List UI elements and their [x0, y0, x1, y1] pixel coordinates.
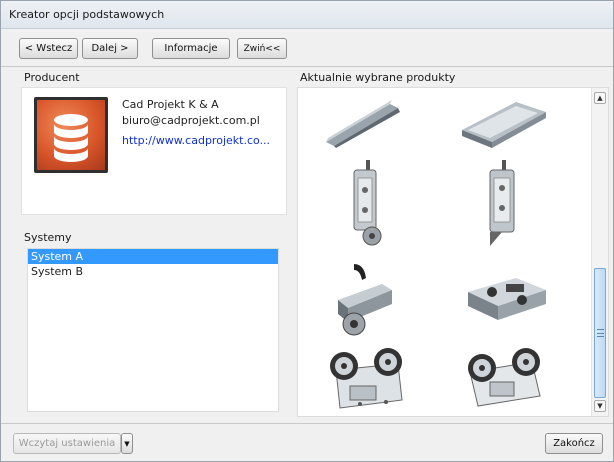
system-list-item-b[interactable]: System B — [28, 264, 278, 279]
producer-heading: Producent — [24, 71, 80, 84]
load-settings-button[interactable]: Wczytaj ustawienia — [13, 433, 121, 454]
info-button[interactable]: Informacje — [152, 38, 230, 59]
products-heading: Aktualnie wybrane produkty — [300, 71, 456, 84]
producer-name: Cad Projekt K & A — [122, 98, 219, 111]
rail-profile-icon[interactable] — [320, 98, 410, 151]
wizard-window: Kreator opcji podstawowych < Wstecz Dale… — [0, 0, 614, 462]
window-title: Kreator opcji podstawowych — [9, 8, 165, 21]
scroll-thumb[interactable] — [594, 268, 606, 398]
back-button[interactable]: < Wstecz — [19, 38, 78, 59]
footer-bar: Wczytaj ustawienia ▼ Zakończ — [1, 423, 613, 461]
database-icon — [34, 97, 108, 173]
collapse-button[interactable]: Zwiń<< — [237, 38, 287, 59]
grip-icon — [597, 329, 604, 337]
producer-panel: Cad Projekt K & A biuro@cadprojekt.com.p… — [21, 87, 287, 215]
products-panel: ▲ ▼ — [297, 87, 609, 417]
next-button[interactable]: Dalej > — [82, 38, 138, 59]
roller-carriage-icon[interactable] — [462, 270, 552, 333]
twin-wheel-trolley-icon[interactable] — [316, 346, 412, 419]
finish-button[interactable]: Zakończ — [545, 433, 603, 454]
systems-heading: Systemy — [24, 231, 72, 244]
rail-profile-wide-icon[interactable] — [458, 96, 550, 153]
roller-bracket-icon[interactable] — [328, 260, 404, 345]
door-hanger-icon[interactable] — [338, 158, 394, 253]
products-scrollbar[interactable]: ▲ ▼ — [591, 88, 608, 416]
systems-list: System A System B — [27, 248, 279, 412]
toolbar: < Wstecz Dalej > Informacje Zwiń<< — [1, 29, 613, 67]
producer-email: biuro@cadprojekt.com.pl — [122, 114, 260, 127]
scroll-down-icon[interactable]: ▼ — [594, 400, 606, 412]
title-bar: Kreator opcji podstawowych — [1, 1, 613, 29]
scroll-up-icon[interactable]: ▲ — [594, 92, 606, 104]
producer-url-link[interactable]: http://www.cadprojekt.co... — [122, 134, 270, 147]
load-settings-dropdown-icon[interactable]: ▼ — [121, 433, 133, 454]
door-hanger-alt-icon[interactable] — [476, 158, 532, 253]
twin-wheel-trolley-alt-icon[interactable] — [452, 344, 548, 417]
system-list-item-a[interactable]: System A — [28, 249, 278, 264]
